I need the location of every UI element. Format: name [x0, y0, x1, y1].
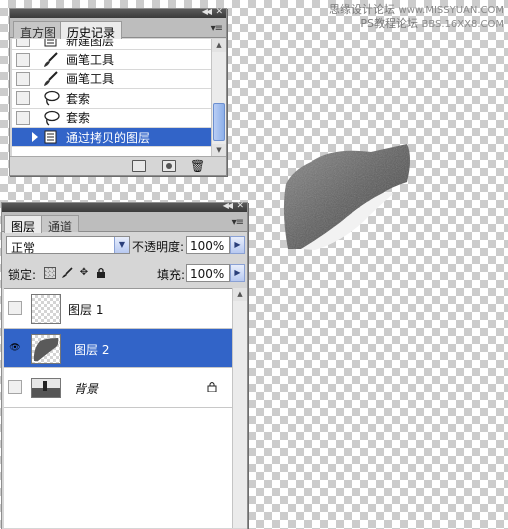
lock-all-icon[interactable] — [95, 267, 107, 279]
fill-arrow-icon[interactable]: ▶ — [230, 264, 245, 282]
watermark-site-1: 思缘设计论坛 — [329, 3, 396, 16]
new-snapshot-icon[interactable] — [162, 160, 176, 172]
layer-name: 背景 — [74, 382, 99, 396]
opacity-label: 不透明度: — [132, 240, 185, 254]
history-tabbar: 直方图 历史记录 ▾≡ — [10, 18, 226, 40]
layers-panel-titlebar[interactable]: ◀◀ ✕ — [2, 201, 247, 212]
new-layer-icon — [42, 129, 60, 145]
layer-name: 图层 1 — [68, 303, 104, 317]
opacity-arrow-icon[interactable]: ▶ — [230, 236, 245, 254]
layer-name: 图层 2 — [74, 342, 110, 357]
lock-label: 锁定: — [8, 268, 37, 282]
collapse-icon[interactable]: ◀◀ — [223, 201, 233, 210]
history-item[interactable]: 画笔工具 — [12, 50, 211, 70]
history-item-label: 画笔工具 — [66, 72, 115, 87]
history-panel-titlebar[interactable]: ◀◀ ✕ — [10, 7, 226, 18]
history-item[interactable]: 套索 — [12, 89, 211, 109]
opacity-field[interactable]: 100% ▶ — [186, 236, 245, 254]
watermark-site-2: www.MISSYUAN.COM — [398, 5, 504, 16]
visibility-toggle[interactable] — [8, 301, 22, 315]
tab-history[interactable]: 历史记录 — [60, 21, 123, 40]
layer-thumbnail — [31, 294, 61, 324]
tab-layers[interactable]: 图层 — [4, 215, 43, 234]
close-icon[interactable]: ✕ — [215, 7, 223, 17]
history-item[interactable]: 套索 — [12, 109, 211, 128]
fill-value: 100% — [190, 267, 225, 281]
layer-row[interactable]: 图层 1 — [4, 289, 232, 329]
fill-field[interactable]: 100% ▶ — [186, 264, 245, 282]
visibility-toggle[interactable] — [8, 380, 22, 394]
eye-icon[interactable]: 👁 — [8, 340, 22, 355]
history-list: 新建图层 画笔工具 画笔工具 套索 套索 通过拷贝的图层 — [12, 39, 211, 157]
opacity-value: 100% — [190, 239, 225, 253]
history-item-label: 套索 — [66, 111, 91, 126]
watermark: 思缘设计论坛 www.MISSYUAN.COM PS教程论坛 BBS.16XX8… — [329, 3, 504, 31]
scroll-thumb[interactable] — [213, 103, 225, 141]
lock-buttons: ✥ — [44, 267, 107, 279]
history-item-selected[interactable]: 通过拷贝的图层 — [12, 127, 211, 148]
blend-mode-select[interactable]: 正常 ▼ — [6, 236, 130, 255]
layer-row[interactable]: 背景 — [4, 368, 232, 408]
panel-menu-icon[interactable]: ▾≡ — [232, 217, 244, 228]
history-item-label: 新建图层 — [66, 39, 115, 48]
layer-row-selected[interactable]: 👁 图层 2 — [4, 328, 232, 368]
fill-label: 填充: — [157, 268, 186, 282]
lock-transparent-pixels-icon[interactable] — [44, 267, 56, 279]
layers-tabbar: 图层 通道 ▾≡ — [2, 212, 247, 234]
layers-scrollbar[interactable]: ▲ — [232, 288, 247, 528]
layers-panel: ◀◀ ✕ 图层 通道 ▾≡ 正常 ▼ 不透明度: 100% ▶ 锁定: ✥ 填充… — [1, 201, 248, 529]
blend-mode-value: 正常 — [11, 241, 36, 255]
history-item-label: 套索 — [66, 91, 91, 106]
snapshot-source-checkbox[interactable] — [16, 91, 30, 106]
history-item[interactable]: 新建图层 — [12, 39, 211, 51]
lasso-icon — [42, 110, 60, 126]
history-state-arrow-icon — [32, 132, 38, 143]
layer-thumbnail — [31, 378, 61, 398]
history-item[interactable]: 画笔工具 — [12, 70, 211, 90]
tab-histogram[interactable]: 直方图 — [13, 21, 64, 40]
brush-icon — [42, 51, 60, 68]
snapshot-source-checkbox[interactable] — [16, 71, 30, 86]
snapshot-source-checkbox[interactable] — [16, 130, 30, 145]
panel-menu-icon[interactable]: ▾≡ — [211, 23, 223, 34]
brush-icon — [42, 71, 60, 87]
close-icon[interactable]: ✕ — [236, 201, 244, 211]
watermark-site-3: PS教程论坛 — [360, 17, 418, 30]
history-bottom-bar: 🗑 — [10, 156, 226, 175]
scroll-up-arrow-icon[interactable]: ▲ — [233, 288, 247, 301]
trash-icon[interactable]: 🗑 — [190, 159, 205, 173]
new-layer-icon — [42, 39, 60, 48]
chevron-down-icon[interactable]: ▼ — [114, 237, 129, 253]
history-item-label: 通过拷贝的图层 — [66, 130, 151, 145]
history-panel: ◀◀ ✕ 直方图 历史记录 ▾≡ 新建图层 画笔工具 画笔工具 套索 套索 通过… — [9, 7, 227, 176]
canvas-layer-shape — [283, 144, 410, 250]
history-item-label: 画笔工具 — [66, 53, 115, 68]
lock-icon — [207, 381, 217, 395]
lasso-icon — [42, 90, 60, 106]
snapshot-source-checkbox[interactable] — [16, 110, 30, 125]
lock-image-pixels-icon[interactable] — [61, 267, 73, 279]
snapshot-source-checkbox[interactable] — [16, 39, 30, 48]
layer-thumbnail — [31, 333, 61, 364]
new-document-from-state-icon[interactable] — [132, 160, 146, 172]
scroll-up-arrow-icon[interactable]: ▲ — [212, 39, 226, 52]
watermark-site-4: BBS.16XX8.COM — [421, 19, 504, 30]
snapshot-source-checkbox[interactable] — [16, 52, 30, 67]
history-scrollbar[interactable]: ▲ ▼ — [211, 39, 226, 157]
tab-channels[interactable]: 通道 — [41, 215, 80, 234]
collapse-icon[interactable]: ◀◀ — [202, 7, 212, 16]
lock-position-icon[interactable]: ✥ — [78, 267, 90, 279]
layer-list: 图层 1 👁 图层 2 背景 — [4, 288, 232, 528]
